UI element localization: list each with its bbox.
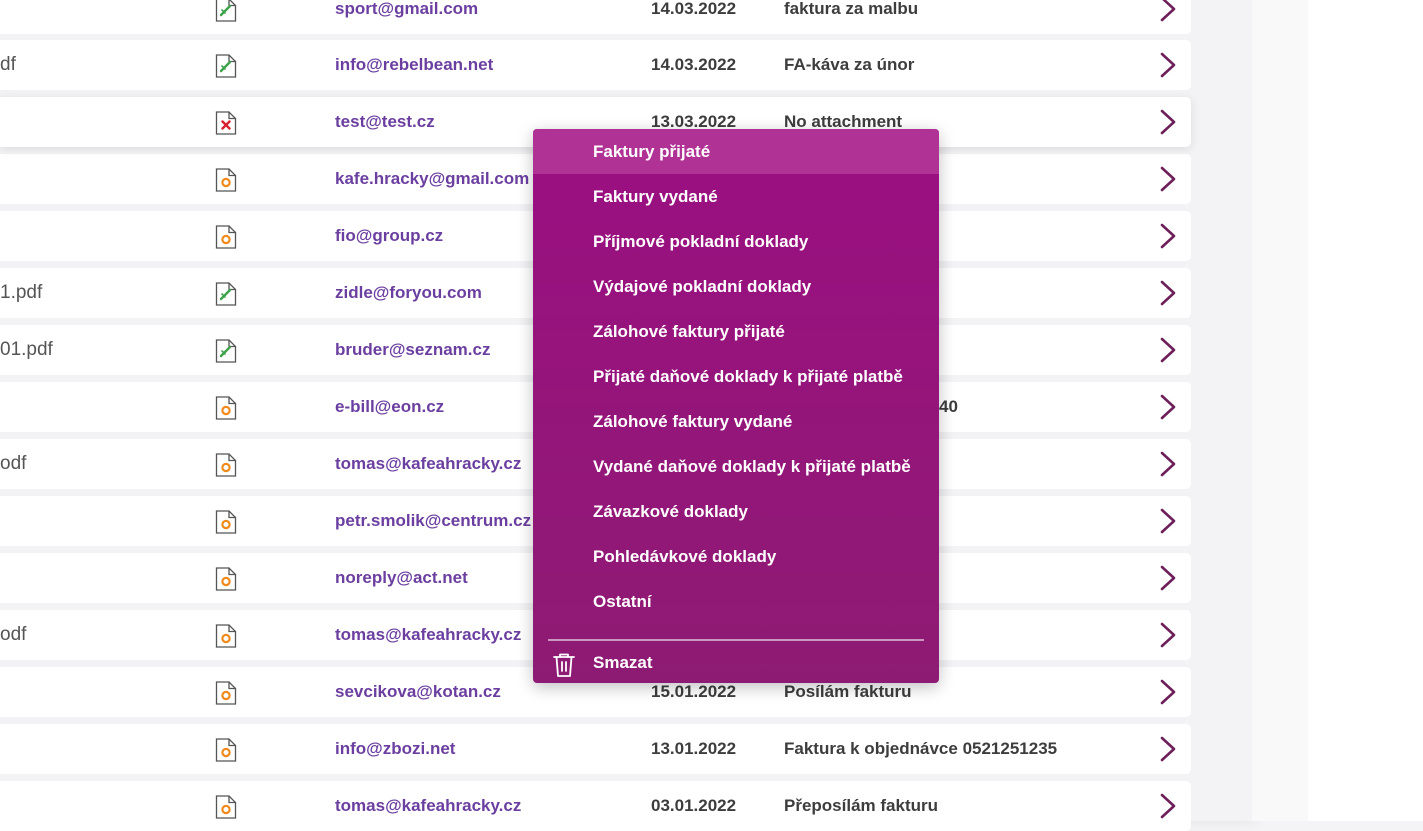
context-menu: Faktury přijaté Faktury vydané Příjmové po… (533, 129, 939, 683)
menu-item-label: Ostatní (593, 592, 652, 611)
table-row[interactable]: tomas@kafeahracky.cz 03.01.2022 Přeposílám… (0, 781, 1191, 831)
orange-file-icon (215, 724, 237, 774)
sender-email: test@test.cz (335, 112, 435, 131)
orange-file-icon (215, 382, 237, 432)
chevron-right-icon[interactable] (1158, 610, 1178, 660)
sender-email: zidle@foryou.com (335, 283, 482, 302)
orange-file-icon (215, 496, 237, 546)
chevron-right-icon[interactable] (1158, 724, 1178, 774)
orange-file-icon (215, 211, 237, 261)
sender-email: sport@gmail.com (335, 0, 479, 18)
menu-item-label: Zálohové faktury vydané (593, 412, 793, 431)
sender-email: tomas@kafeahracky.cz (335, 625, 522, 644)
chevron-right-icon[interactable] (1158, 382, 1178, 432)
right-area (1252, 0, 1423, 821)
context-menu-item[interactable]: Výdajové pokladní doklady (533, 264, 939, 309)
file-name: 1.pdf (0, 282, 43, 303)
sender-email: tomas@kafeahracky.cz (335, 796, 522, 815)
sender-email: tomas@kafeahracky.cz (335, 454, 522, 473)
sender-email: petr.smolik@centrum.cz (335, 511, 532, 530)
file-name: 01.pdf (0, 339, 53, 360)
context-menu-item[interactable]: Faktury vydané (533, 174, 939, 219)
green-file-icon (215, 0, 237, 34)
sender-email: info@rebelbean.net (335, 55, 494, 74)
received-date: 14.03.2022 (651, 0, 737, 18)
context-menu-item[interactable]: Ostatní (533, 579, 939, 624)
chevron-right-icon[interactable] (1158, 496, 1178, 546)
chevron-right-icon[interactable] (1158, 553, 1178, 603)
context-menu-item[interactable]: Pohledávkové doklady (533, 534, 939, 579)
red-x-file-icon (215, 97, 237, 147)
chevron-right-icon[interactable] (1158, 211, 1178, 261)
file-name: df (0, 54, 16, 75)
trash-icon (552, 650, 576, 695)
sender-email: info@zbozi.net (335, 739, 456, 758)
green-file-icon (215, 268, 237, 318)
chevron-right-icon[interactable] (1158, 0, 1178, 34)
delete-label: Smazat (593, 653, 653, 672)
context-menu-item[interactable]: Příjmové pokladní doklady (533, 219, 939, 264)
menu-item-label: Faktury přijaté (593, 142, 711, 161)
chevron-right-icon[interactable] (1158, 154, 1178, 204)
sender-email: kafe.hracky@gmail.com (335, 169, 530, 188)
table-row[interactable]: info@zbozi.net 13.01.2022 Faktura k objedn… (0, 724, 1191, 774)
orange-file-icon (215, 781, 237, 831)
received-date: 13.01.2022 (651, 739, 737, 758)
chevron-right-icon[interactable] (1158, 97, 1178, 147)
table-row[interactable]: sport@gmail.com 14.03.2022 faktura za malb… (0, 0, 1191, 34)
menu-item-label: Závazkové doklady (593, 502, 748, 521)
context-menu-item[interactable]: Závazkové doklady (533, 489, 939, 534)
sender-email: fio@group.cz (335, 226, 444, 245)
orange-file-icon (215, 667, 237, 717)
menu-item-label: Vydané daňové doklady k přijaté platbě (593, 457, 911, 476)
chevron-right-icon[interactable] (1158, 781, 1178, 831)
chevron-right-icon[interactable] (1158, 325, 1178, 375)
context-menu-item[interactable]: Přijaté daňové doklady k přijaté platbě (533, 354, 939, 399)
file-name: odf (0, 624, 27, 645)
email-subject: FA-káva za únor (784, 55, 915, 74)
orange-file-icon (215, 439, 237, 489)
sender-email: e-bill@eon.cz (335, 397, 445, 416)
menu-item-label: Pohledávkové doklady (593, 547, 777, 566)
chevron-right-icon[interactable] (1158, 667, 1178, 717)
chevron-right-icon[interactable] (1158, 439, 1178, 489)
menu-item-label: Faktury vydané (593, 187, 718, 206)
table-row[interactable]: df info@rebelbean.net 14.03.2022 FA-káva za… (0, 40, 1191, 90)
orange-file-icon (215, 610, 237, 660)
right-white-area (1308, 0, 1423, 821)
context-menu-item[interactable]: Vydané daňové doklady k přijaté platbě (533, 444, 939, 489)
context-menu-item[interactable]: Zálohové faktury přijaté (533, 309, 939, 354)
orange-file-icon (215, 553, 237, 603)
menu-item-label: Výdajové pokladní doklady (593, 277, 812, 296)
file-name: odf (0, 453, 27, 474)
chevron-right-icon[interactable] (1158, 40, 1178, 90)
menu-item-label: Přijaté daňové doklady k přijaté platbě (593, 367, 903, 386)
sender-email: noreply@act.net (335, 568, 468, 587)
green-file-icon (215, 325, 237, 375)
sender-email: bruder@seznam.cz (335, 340, 491, 359)
sender-email: sevcikova@kotan.cz (335, 682, 501, 701)
orange-file-icon (215, 154, 237, 204)
email-subject: Přeposílám fakturu (784, 796, 938, 815)
green-file-icon (215, 40, 237, 90)
received-date: 03.01.2022 (651, 796, 737, 815)
context-menu-item[interactable]: Faktury přijaté (533, 129, 939, 174)
email-subject: faktura za malbu (784, 0, 919, 18)
menu-item-label: Příjmové pokladní doklady (593, 232, 809, 251)
delete-menu-item[interactable]: Smazat (533, 640, 939, 685)
received-date: 14.03.2022 (651, 55, 737, 74)
chevron-right-icon[interactable] (1158, 268, 1178, 318)
email-subject: Faktura k objednávce 0521251235 (784, 739, 1058, 758)
context-menu-item[interactable]: Zálohové faktury vydané (533, 399, 939, 444)
menu-item-label: Zálohové faktury přijaté (593, 322, 785, 341)
